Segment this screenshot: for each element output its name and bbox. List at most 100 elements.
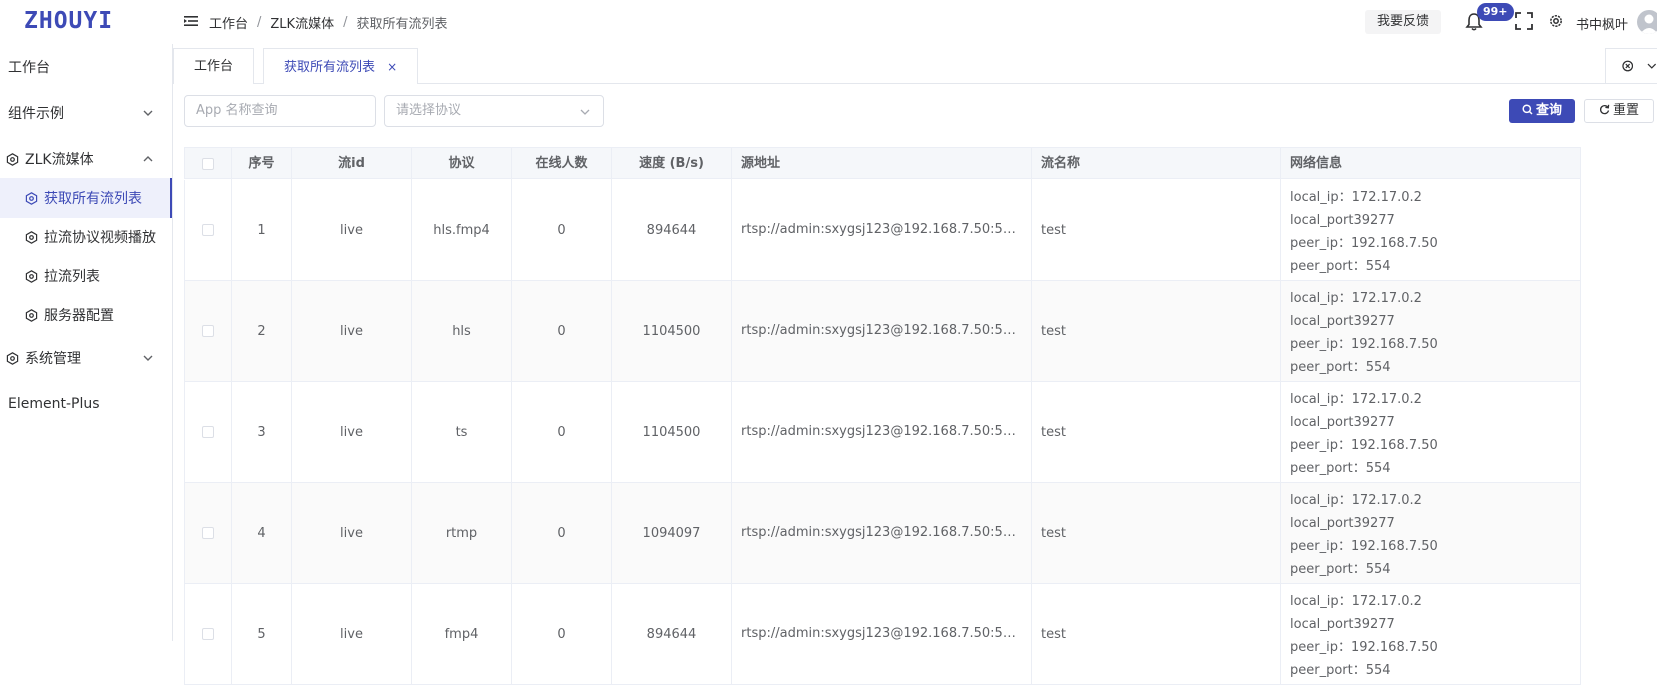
cell-stream-id: live [292, 483, 412, 583]
select-cell [185, 281, 232, 381]
sidebar-item-label: 工作台 [8, 60, 50, 76]
cell-online-text: 0 [557, 323, 566, 339]
sidebar-item-pull-play[interactable]: 拉流协议视频播放 [0, 217, 172, 257]
cell-protocol-text: ts [455, 424, 468, 440]
cell-stream-id-text: live [340, 626, 363, 642]
cell-online: 0 [512, 584, 612, 684]
cell-speed-text: 894644 [646, 222, 697, 238]
cell-stream-name-text: test [1041, 424, 1066, 440]
select-all-checkbox[interactable] [202, 158, 214, 170]
sidebar-item-zlk[interactable]: ZLK流媒体 [0, 139, 172, 179]
sidebar-item-components[interactable]: 组件示例 [0, 93, 172, 133]
cell-stream-id: live [292, 281, 412, 381]
row-checkbox[interactable] [202, 628, 214, 640]
fullscreen-icon[interactable] [1515, 12, 1533, 30]
network-info-line: local_ip：172.17.0.2 [1290, 594, 1422, 609]
column-header-protocol: 协议 [412, 148, 512, 180]
cell-no-text: 5 [257, 626, 266, 642]
tab-tools [1605, 48, 1657, 84]
cell-stream-name-text: test [1041, 525, 1066, 541]
chevron-down-icon [143, 355, 153, 361]
chevron-up-icon [143, 156, 153, 162]
column-header-online: 在线人数 [512, 148, 612, 180]
table-header: 序号 流id 协议 在线人数 速度 (B/s) 源地址 流名称 网络信息 [184, 147, 1581, 180]
network-info-line: local_port39277 [1290, 516, 1395, 531]
query-label: 查询 [1535, 103, 1562, 118]
cell-stream-name: test [1032, 584, 1281, 684]
protocol-placeholder: 请选择协议 [396, 103, 462, 118]
cell-source: rtsp://admin:sxygsj123@192.168.7.50:554/… [732, 382, 1032, 482]
row-checkbox[interactable] [202, 224, 214, 236]
reset-label: 重置 [1612, 103, 1639, 118]
tab-label: 获取所有流列表 [284, 60, 376, 75]
avatar[interactable] [1637, 10, 1657, 34]
app-name-input[interactable]: App 名称查询 [184, 95, 376, 127]
row-checkbox[interactable] [202, 325, 214, 337]
protocol-select[interactable]: 请选择协议 [384, 95, 604, 127]
column-header-id: 流id [292, 148, 412, 180]
cell-stream-name: test [1032, 180, 1281, 280]
row-checkbox[interactable] [202, 426, 214, 438]
gear-icon[interactable] [1548, 13, 1564, 29]
app-name-placeholder: App 名称查询 [196, 103, 278, 118]
breadcrumb-item-home[interactable]: 工作台 [209, 13, 248, 32]
sidebar-item-label: 组件示例 [8, 106, 64, 122]
cell-stream-id: live [292, 180, 412, 280]
menu-fold-icon[interactable] [184, 14, 198, 28]
cell-stream-name-text: test [1041, 222, 1066, 238]
sidebar-item-pull-list[interactable]: 拉流列表 [0, 256, 172, 296]
sidebar-item-label: 拉流列表 [44, 269, 100, 285]
column-header-no: 序号 [232, 148, 292, 180]
sidebar-item-workbench[interactable]: 工作台 [0, 47, 172, 87]
cell-stream-name: test [1032, 483, 1281, 583]
close-icon[interactable]: × [387, 49, 397, 85]
chevron-down-icon[interactable] [1647, 61, 1657, 71]
cell-speed: 894644 [612, 180, 732, 280]
cell-no-text: 2 [257, 323, 266, 339]
network-info-line: peer_port：554 [1290, 663, 1391, 678]
cell-source-text: rtsp://admin:sxygsj123@192.168.7.50:554/… [741, 626, 1023, 641]
column-header-network: 网络信息 [1281, 148, 1581, 180]
row-checkbox[interactable] [202, 527, 214, 539]
cell-no: 1 [232, 180, 292, 280]
network-info-line: local_port39277 [1290, 314, 1395, 329]
network-info-line: peer_port：554 [1290, 461, 1391, 476]
tabs-bar: 工作台 获取所有流列表 × [173, 44, 1657, 84]
cell-speed-text: 1104500 [642, 323, 701, 339]
sidebar-item-label: ZLK流媒体 [25, 152, 94, 168]
breadcrumb: 工作台 / ZLK流媒体 / 获取所有流列表 [209, 13, 448, 32]
user-name[interactable]: 书中枫叶 [1576, 14, 1628, 33]
cell-stream-id-text: live [340, 323, 363, 339]
cell-speed-text: 894644 [646, 626, 697, 642]
close-circle-icon[interactable] [1622, 60, 1634, 72]
tab-workbench[interactable]: 工作台 [173, 48, 255, 84]
cell-no: 2 [232, 281, 292, 381]
table-row: 3 live ts 0 1104500 rtsp://admin:sxygsj123@19… [184, 382, 1581, 483]
feedback-button[interactable]: 我要反馈 [1365, 10, 1442, 34]
cell-stream-name-text: test [1041, 626, 1066, 642]
app-logo: ZHOUYI [24, 8, 114, 34]
cell-speed: 1094097 [612, 483, 732, 583]
cell-protocol: hls.fmp4 [412, 180, 512, 280]
breadcrumb-item-zlk[interactable]: ZLK流媒体 [270, 13, 334, 32]
cell-protocol-text: rtmp [445, 525, 478, 541]
cell-no: 5 [232, 584, 292, 684]
cell-network: local_ip：172.17.0.2 local_port39277 peer_i… [1281, 180, 1581, 280]
sidebar-item-element-plus[interactable]: Element-Plus [0, 384, 172, 424]
network-info-line: peer_ip：192.168.7.50 [1290, 337, 1438, 352]
tab-stream-list[interactable]: 获取所有流列表 × [263, 48, 419, 85]
network-info-line: local_ip：172.17.0.2 [1290, 291, 1422, 306]
sidebar-item-server-config[interactable]: 服务器配置 [0, 295, 172, 335]
cell-network: local_ip：172.17.0.2 local_port39277 peer_i… [1281, 281, 1581, 381]
cell-speed-text: 1104500 [642, 424, 701, 440]
table-row: 5 live fmp4 0 894644 rtsp://admin:sxygsj123@1… [184, 584, 1581, 685]
reset-button[interactable]: 重置 [1584, 99, 1654, 123]
sidebar-item-stream-list[interactable]: 获取所有流列表 [0, 178, 172, 218]
network-info-line: peer_ip：192.168.7.50 [1290, 438, 1438, 453]
tab-label: 工作台 [194, 59, 234, 74]
query-button[interactable]: 查询 [1509, 99, 1575, 123]
cell-online-text: 0 [557, 222, 566, 238]
cell-protocol: rtmp [412, 483, 512, 583]
column-header-source: 源地址 [732, 148, 1032, 180]
sidebar-item-system[interactable]: 系统管理 [0, 338, 172, 378]
